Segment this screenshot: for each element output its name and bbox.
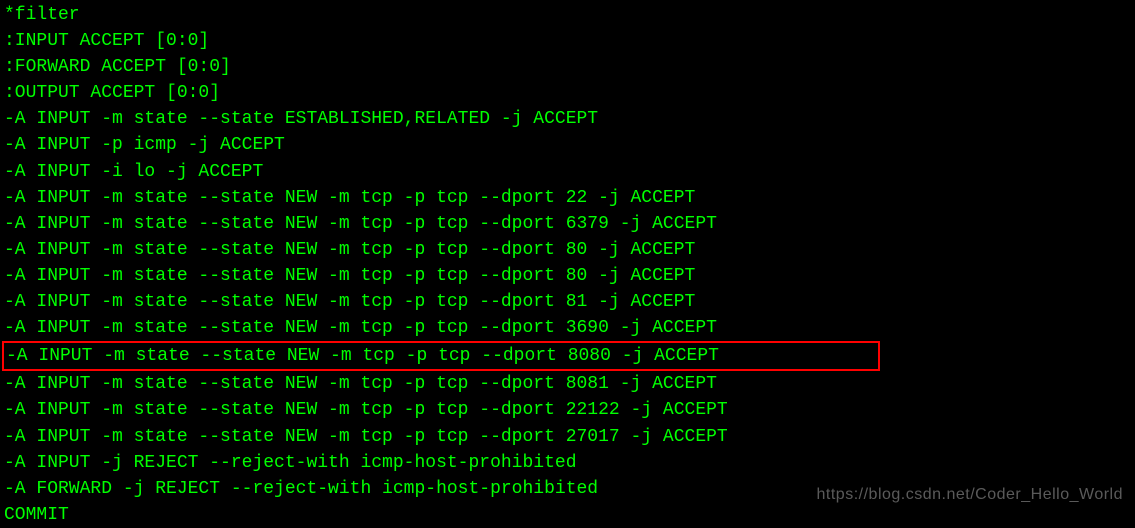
- terminal-line: :FORWARD ACCEPT [0:0]: [0, 54, 1135, 80]
- terminal-line: -A INPUT -m state --state NEW -m tcp -p …: [0, 371, 1135, 397]
- terminal-line: -A INPUT -m state --state NEW -m tcp -p …: [0, 315, 1135, 341]
- terminal-line: -A INPUT -m state --state NEW -m tcp -p …: [0, 397, 1135, 423]
- terminal-line: :INPUT ACCEPT [0:0]: [0, 28, 1135, 54]
- terminal-line-highlighted: -A INPUT -m state --state NEW -m tcp -p …: [2, 341, 880, 371]
- terminal-line: -A INPUT -m state --state NEW -m tcp -p …: [0, 237, 1135, 263]
- terminal-line: -A INPUT -m state --state NEW -m tcp -p …: [0, 424, 1135, 450]
- terminal-line: -A INPUT -m state --state NEW -m tcp -p …: [0, 185, 1135, 211]
- terminal-line: -A INPUT -m state --state NEW -m tcp -p …: [0, 263, 1135, 289]
- terminal-line: -A INPUT -i lo -j ACCEPT: [0, 159, 1135, 185]
- terminal-line: -A INPUT -m state --state NEW -m tcp -p …: [0, 211, 1135, 237]
- terminal-line: -A INPUT -m state --state NEW -m tcp -p …: [0, 289, 1135, 315]
- terminal-line: -A INPUT -m state --state ESTABLISHED,RE…: [0, 106, 1135, 132]
- terminal-line: -A INPUT -j REJECT --reject-with icmp-ho…: [0, 450, 1135, 476]
- terminal-line: *filter: [0, 2, 1135, 28]
- terminal-line: -A INPUT -p icmp -j ACCEPT: [0, 132, 1135, 158]
- terminal-output[interactable]: *filter:INPUT ACCEPT [0:0]:FORWARD ACCEP…: [0, 2, 1135, 528]
- watermark-text: https://blog.csdn.net/Coder_Hello_World: [817, 483, 1123, 506]
- terminal-line: :OUTPUT ACCEPT [0:0]: [0, 80, 1135, 106]
